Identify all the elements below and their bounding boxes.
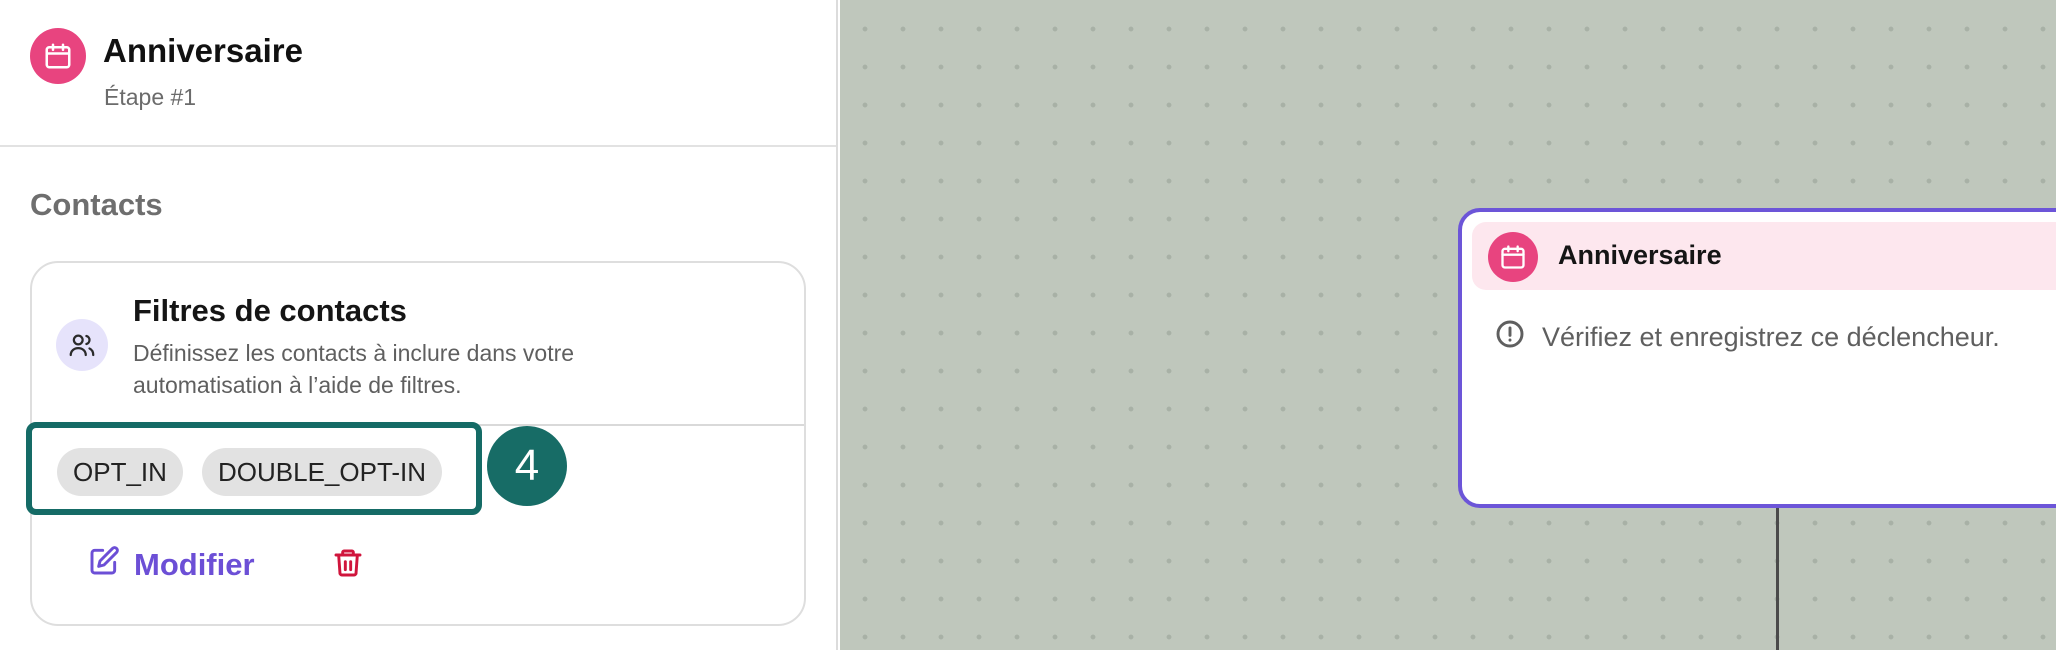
panel-title: Anniversaire [103, 32, 303, 69]
node-header: Anniversaire [1472, 222, 2056, 290]
step-label: Étape #1 [104, 84, 197, 110]
node-warning-text: Vérifiez et enregistrez ce déclencheur. [1542, 322, 2000, 352]
side-panel: Anniversaire Étape #1 Contacts Filtres d… [0, 0, 838, 650]
edit-icon [88, 545, 120, 585]
callout-badge: 4 [487, 426, 567, 506]
card-title: Filtres de contacts [133, 293, 407, 328]
filter-tag-opt-in[interactable]: OPT_IN [57, 448, 183, 496]
node-warning: Vérifiez et enregistrez ce déclencheur. [1494, 318, 2000, 357]
alert-circle-icon [1494, 318, 1526, 357]
filter-tag-double-opt-in[interactable]: DOUBLE_OPT-IN [202, 448, 443, 496]
node-connector-line [1776, 505, 1779, 650]
trigger-node[interactable]: Anniversaire Vérifiez et enregistrez ce … [1458, 208, 2056, 508]
panel-header: Anniversaire Étape #1 [0, 0, 836, 147]
contact-filters-card: Filtres de contacts Définissez les conta… [26, 261, 806, 626]
trash-icon [332, 547, 364, 584]
card-description: Définissez les contacts à inclure dans v… [133, 340, 575, 398]
card-header: Filtres de contacts Définissez les conta… [32, 263, 804, 426]
users-icon [56, 319, 108, 371]
edit-filters-button[interactable]: Modifier [88, 543, 255, 587]
section-title-contacts: Contacts [30, 187, 163, 222]
node-title: Anniversaire [1558, 240, 1722, 270]
calendar-icon [30, 28, 86, 84]
edit-label: Modifier [134, 547, 255, 582]
calendar-icon [1488, 232, 1538, 282]
delete-filters-button[interactable] [328, 545, 368, 585]
